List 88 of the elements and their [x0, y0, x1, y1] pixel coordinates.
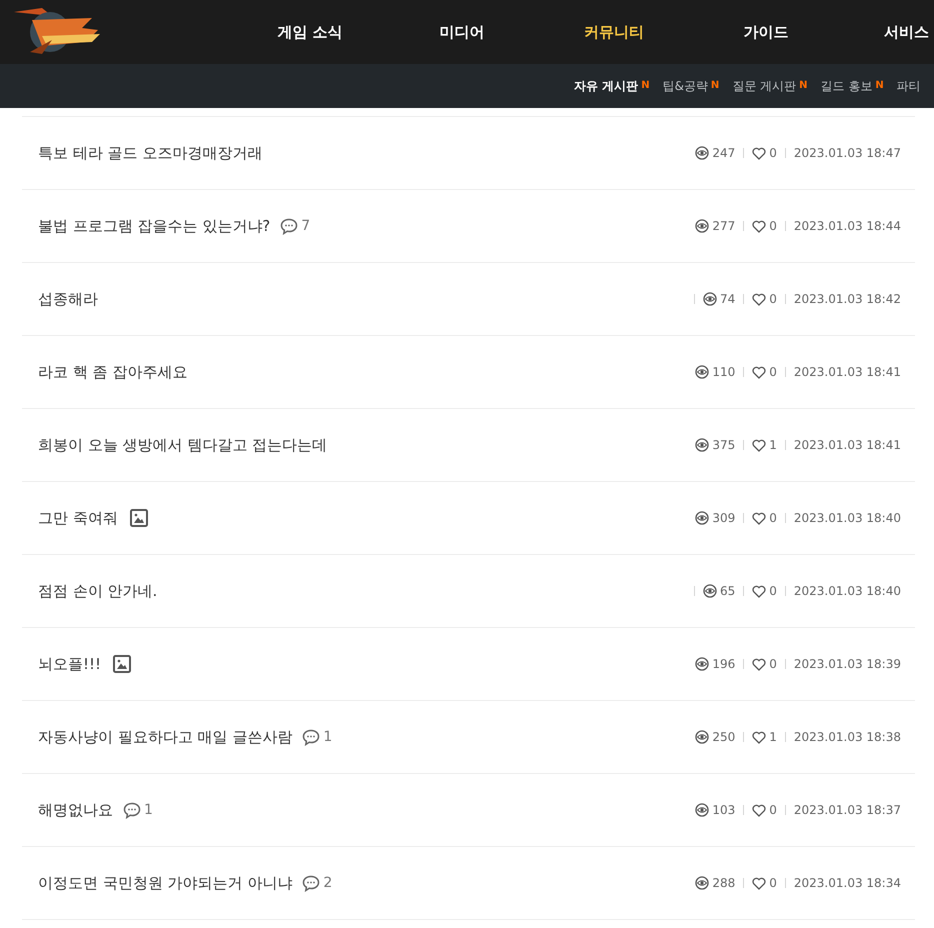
heart-icon [752, 804, 766, 816]
eye-icon [695, 365, 710, 379]
like-count: 0 [769, 802, 777, 819]
eye-icon [695, 730, 710, 744]
heart-icon [752, 876, 766, 890]
heart-icon [752, 292, 766, 306]
post-title[interactable]: 점점 손이 안가네. [38, 580, 158, 602]
view-count: 375 [712, 437, 736, 454]
eye-icon [702, 292, 717, 306]
like-count: 1 [769, 729, 777, 746]
post-title[interactable]: 희봉이 오늘 생방에서 템다갈고 접는다는데 [38, 434, 328, 456]
heart-icon [752, 730, 766, 744]
eye-icon [695, 803, 710, 817]
speech-bubble-icon [302, 728, 320, 746]
nav-tab[interactable]: 가이드 [690, 20, 842, 44]
post-date: 2023.01.03 18:37 [794, 802, 901, 819]
post-title[interactable]: 자동사냥이 필요하다고 매일 글쓴사람 [38, 726, 292, 748]
new-label: N [799, 81, 808, 91]
post-date: 2023.01.03 18:39 [794, 656, 901, 673]
like-count: 0 [769, 145, 777, 162]
like-count: 0 [769, 510, 777, 527]
heart-icon [752, 584, 766, 598]
post-date: 2023.01.03 18:42 [794, 291, 901, 308]
subnav-tab[interactable]: 질문 게시판 [732, 77, 796, 95]
speech-bubble-icon [302, 874, 320, 892]
comment-count: 1 [323, 728, 332, 746]
post-title[interactable]: 특보 테라 골드 오즈마경매장거래 [38, 142, 262, 164]
post-date: 2023.01.03 18:44 [794, 218, 901, 235]
comment-count: 2 [323, 874, 332, 892]
view-count: 74 [720, 291, 736, 308]
view-count: 110 [712, 364, 736, 381]
like-count: 0 [769, 364, 777, 381]
view-count: 247 [712, 145, 736, 162]
eye-icon [695, 438, 710, 452]
subnav-tab[interactable]: 팁&공략 [662, 77, 708, 95]
nav-tab[interactable]: 게임 소식 [234, 20, 386, 44]
new-label: N [875, 81, 884, 91]
view-count: 103 [712, 802, 736, 819]
heart-icon [752, 366, 766, 378]
nav-tab[interactable]: 서비스 [884, 20, 929, 44]
like-count: 0 [769, 291, 777, 308]
new-label: N [710, 81, 720, 91]
post-title[interactable]: 불법 프로그램 잡을수는 있는거냐? [38, 214, 270, 238]
view-count: 65 [720, 583, 736, 600]
post-date: 2023.01.03 18:38 [794, 729, 901, 746]
speech-bubble-icon [123, 802, 141, 818]
heart-icon [752, 512, 766, 524]
new-label: N [641, 81, 650, 91]
like-count: 0 [769, 583, 777, 600]
post-title[interactable]: 라코 핵 좀 잡아주세요 [38, 360, 188, 384]
eye-icon [695, 219, 710, 233]
view-count: 196 [712, 656, 736, 673]
view-count: 309 [712, 510, 736, 527]
heart-icon [752, 220, 766, 232]
view-count: 277 [712, 218, 736, 235]
post-date: 2023.01.03 18:41 [794, 437, 901, 454]
view-count: 288 [712, 875, 736, 892]
post-date: 2023.01.03 18:34 [794, 875, 901, 892]
post-title[interactable]: 그만 죽여줘 [38, 506, 118, 530]
post-title[interactable]: 이정도면 국민청원 가야되는거 아니냐 [38, 872, 292, 894]
eye-icon [695, 876, 710, 890]
heart-icon [752, 146, 766, 160]
eye-icon [695, 657, 710, 671]
like-count: 0 [769, 218, 777, 235]
comment-count: 7 [301, 216, 310, 236]
speech-bubble-icon [280, 218, 298, 234]
like-count: 1 [769, 437, 777, 454]
comment-count: 1 [144, 800, 153, 820]
post-title[interactable]: 해명없나요 [38, 798, 113, 822]
subnav-tab[interactable]: 자유 게시판 [574, 77, 638, 95]
heart-icon [752, 438, 766, 452]
like-count: 0 [769, 875, 777, 892]
view-count: 250 [712, 729, 736, 746]
heart-icon [752, 658, 766, 670]
eye-icon [695, 511, 710, 525]
post-title[interactable]: 섭종해라 [38, 288, 98, 310]
eye-icon [702, 584, 717, 598]
nav-tab[interactable]: 미디어 [386, 20, 538, 44]
post-title[interactable]: 뇌오플!!! [38, 652, 102, 676]
subnav-tab[interactable]: 길드 홍보 [820, 77, 872, 95]
nav-tab[interactable]: 커뮤니티 [538, 20, 690, 44]
post-date: 2023.01.03 18:41 [794, 364, 901, 381]
post-date: 2023.01.03 18:47 [794, 145, 901, 162]
subnav-tab[interactable]: 파티 [896, 77, 921, 95]
post-date: 2023.01.03 18:40 [794, 510, 901, 527]
like-count: 0 [769, 656, 777, 673]
post-date: 2023.01.03 18:40 [794, 583, 901, 600]
eye-icon [695, 146, 710, 160]
